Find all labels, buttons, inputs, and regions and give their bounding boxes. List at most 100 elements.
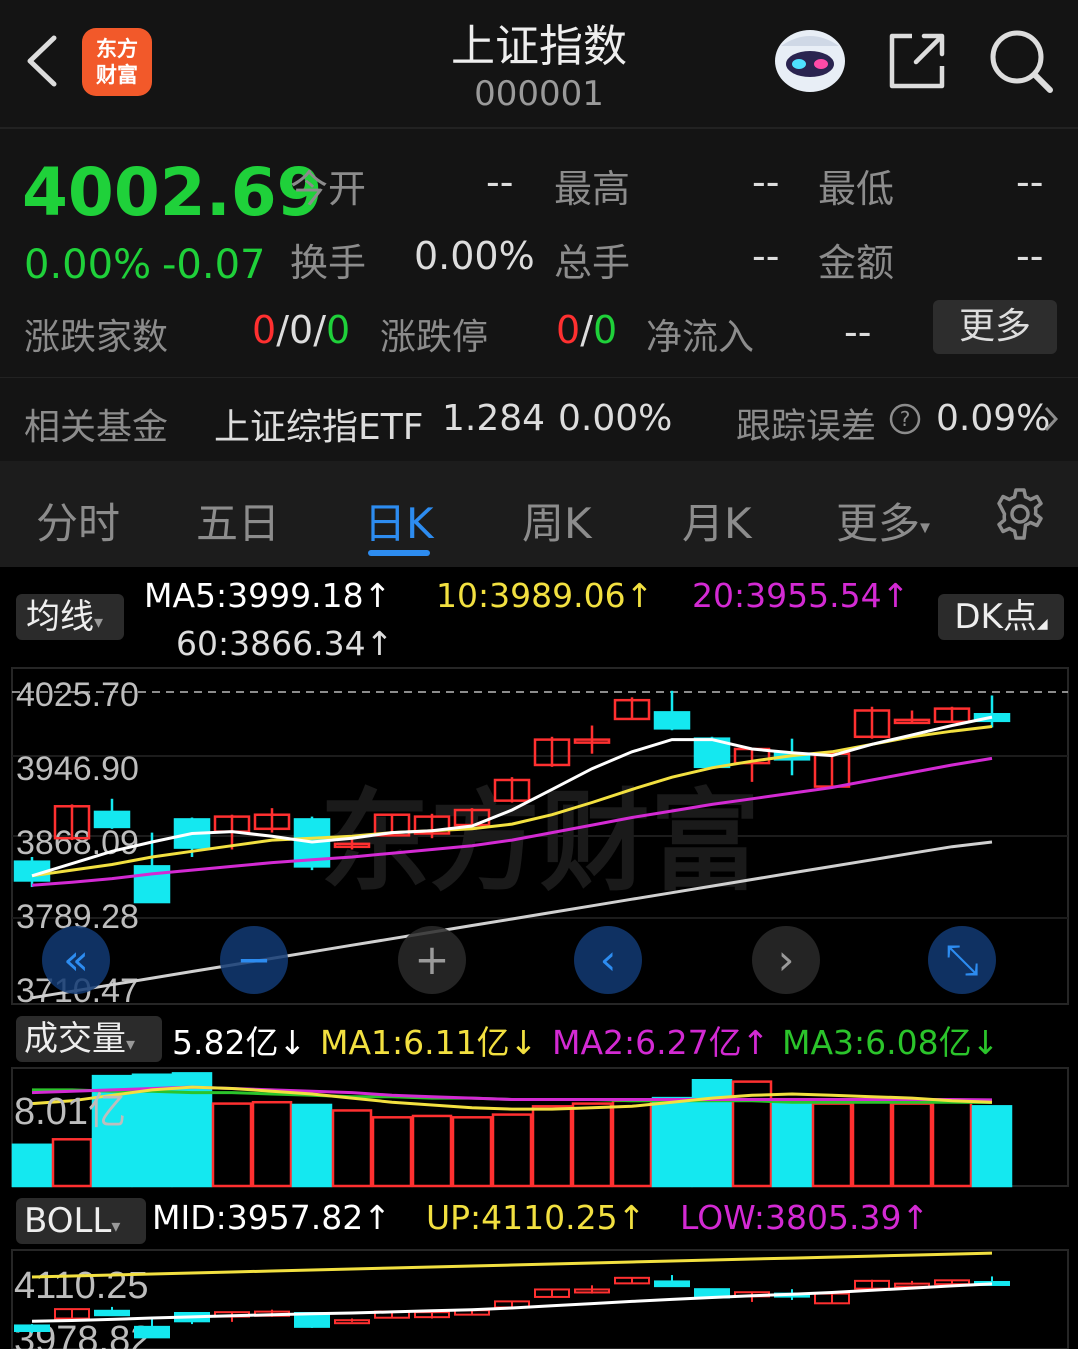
- volume-bar: [851, 1099, 893, 1188]
- tracking-value: 0.09%: [936, 398, 1051, 439]
- search-icon[interactable]: [988, 28, 1054, 94]
- svg-text:?: ?: [900, 407, 911, 431]
- fund-name: 上证综指ETF: [214, 407, 424, 448]
- volume-bar: [291, 1103, 333, 1188]
- robot-avatar-icon[interactable]: [773, 24, 847, 94]
- tab-intraday[interactable]: 分时: [36, 490, 120, 551]
- advdec-values: 0/0/0: [252, 308, 350, 352]
- volume-bar: [931, 1100, 973, 1188]
- volume-bar: [571, 1102, 613, 1188]
- tab-more-label: 更多: [836, 499, 921, 548]
- scroll-left-button[interactable]: ‹: [574, 926, 642, 994]
- y-axis-tick-label: 3868.09: [16, 824, 139, 862]
- help-icon[interactable]: ?: [888, 402, 922, 436]
- advdec-label: 涨跌家数: [24, 317, 169, 358]
- gear-icon[interactable]: [992, 486, 1048, 542]
- tab-five-day[interactable]: 五日: [196, 490, 280, 551]
- volume-bar: [771, 1100, 813, 1188]
- tab-weekly-k[interactable]: 周K: [522, 490, 592, 551]
- advdec-sep-1: /: [276, 308, 289, 352]
- page-title: 上证指数: [451, 21, 627, 72]
- tracking-label: 跟踪误差: [736, 407, 877, 447]
- fund-label: 相关基金: [24, 407, 169, 448]
- volume-bar: [451, 1116, 493, 1188]
- more-button[interactable]: 更多: [933, 300, 1057, 354]
- advdec-sep-2: /: [313, 308, 326, 352]
- boll-candle-body: [134, 1325, 170, 1339]
- volume-bar: [971, 1105, 1013, 1188]
- volume-axis-label: 8.01亿: [14, 1091, 126, 1133]
- limit-values: 0/0: [556, 308, 617, 352]
- tab-daily-k[interactable]: 日K: [364, 490, 434, 551]
- turnover-value: 0.00%: [414, 234, 535, 278]
- candle-body: [93, 810, 131, 829]
- fast-back-button[interactable]: «: [42, 926, 110, 994]
- advdec-flat: 0: [289, 308, 314, 352]
- zoom-in-button[interactable]: +: [398, 926, 466, 994]
- volume-bar: [611, 1099, 653, 1188]
- volume-label: 总手: [554, 241, 631, 285]
- volume-bar: [411, 1114, 453, 1188]
- volume-bar: [811, 1102, 853, 1188]
- volume-bar: [251, 1100, 293, 1188]
- boll-axis-label: 3978.82: [14, 1319, 151, 1349]
- change-percent: 0.00%: [24, 242, 152, 288]
- y-axis-tick-label: 3946.90: [16, 750, 139, 788]
- high-value: --: [752, 160, 780, 204]
- share-icon[interactable]: [886, 28, 950, 92]
- kline-chart[interactable]: 东方财富 4025.703946.903868.093789.283710.47…: [0, 568, 1078, 1349]
- volume-bar: [11, 1143, 53, 1188]
- logo-text-1: 东方: [96, 37, 138, 61]
- turnover-label: 换手: [290, 241, 367, 285]
- caret-down-icon: ▾: [920, 514, 931, 539]
- advdec-down: 0: [326, 308, 351, 352]
- volume-value: --: [752, 234, 780, 278]
- scroll-right-button[interactable]: ›: [752, 926, 820, 994]
- volume-bar: [491, 1113, 533, 1188]
- scroll-left-icon: ‹: [600, 935, 617, 984]
- tab-monthly-k[interactable]: 月K: [682, 490, 752, 551]
- fund-pct: 0.00%: [558, 398, 673, 439]
- boll-axis-label: 4110.25: [14, 1265, 149, 1307]
- open-value: --: [486, 160, 514, 204]
- stock-code: 000001: [474, 74, 604, 114]
- volume-bar: [531, 1105, 573, 1188]
- app-logo[interactable]: 东方 财富: [82, 28, 152, 96]
- advdec-up: 0: [252, 308, 277, 352]
- fund-price: 1.284: [442, 398, 546, 439]
- volume-bar: [171, 1072, 213, 1188]
- candle-body: [653, 711, 691, 730]
- zoom-out-button[interactable]: −: [220, 926, 288, 994]
- volume-bar: [891, 1102, 933, 1188]
- scroll-right-icon: ›: [778, 935, 795, 984]
- limit-down: 0: [593, 308, 618, 352]
- low-value: --: [1016, 160, 1044, 204]
- zoom-out-icon: −: [236, 935, 271, 984]
- high-label: 最高: [554, 167, 631, 211]
- volume-bar: [51, 1138, 93, 1188]
- amount-label: 金额: [818, 241, 895, 285]
- boll-candle-body: [94, 1309, 130, 1317]
- boll-up-line: [31, 1251, 993, 1279]
- limit-label: 涨跌停: [380, 317, 489, 358]
- amount-value: --: [1016, 234, 1044, 278]
- low-label: 最低: [818, 167, 895, 211]
- y-axis-tick-label: 4025.70: [16, 676, 139, 714]
- limit-up: 0: [556, 308, 581, 352]
- chevron-left-icon[interactable]: [22, 34, 62, 88]
- volume-bar: [331, 1109, 373, 1188]
- fast-back-icon: «: [63, 935, 89, 984]
- volume-bar: [211, 1102, 253, 1188]
- volume-bar: [651, 1096, 693, 1188]
- volume-bar: [371, 1116, 413, 1188]
- change-value: -0.07: [162, 242, 266, 288]
- boll-candle-body: [14, 1324, 50, 1332]
- netflow-label: 净流入: [646, 317, 755, 358]
- limit-sep: /: [580, 308, 593, 352]
- fullscreen-button[interactable]: ⤡: [928, 926, 996, 994]
- chevron-right-icon: [1040, 404, 1062, 434]
- logo-text-2: 财富: [96, 63, 138, 87]
- active-tab-indicator: [368, 550, 430, 556]
- tab-more[interactable]: 更多▾: [836, 490, 930, 551]
- boll-candle-body: [654, 1280, 690, 1288]
